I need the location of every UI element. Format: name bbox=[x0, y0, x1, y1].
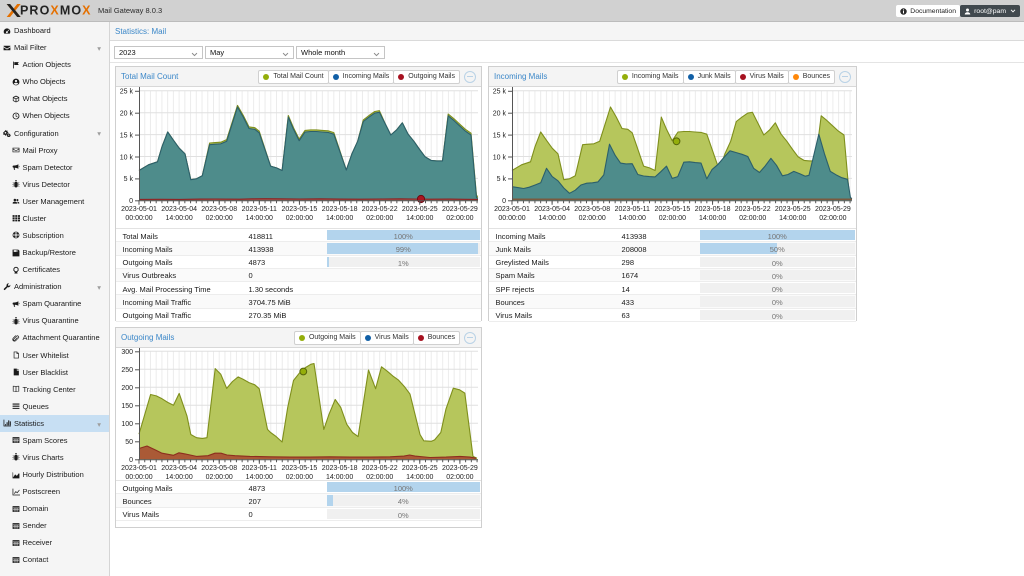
svg-text:14:00:00: 14:00:00 bbox=[538, 215, 565, 222]
svg-text:10 k: 10 k bbox=[120, 154, 134, 161]
svg-text:2023-05-22: 2023-05-22 bbox=[362, 206, 398, 213]
svg-text:14:00:00: 14:00:00 bbox=[165, 474, 192, 480]
svg-text:02:00:00: 02:00:00 bbox=[446, 215, 473, 222]
svg-text:2023-05-04: 2023-05-04 bbox=[161, 465, 197, 472]
svg-text:2023-05-18: 2023-05-18 bbox=[322, 465, 358, 472]
svg-text:250: 250 bbox=[121, 367, 133, 374]
svg-text:0: 0 bbox=[502, 198, 506, 205]
svg-text:2023-05-25: 2023-05-25 bbox=[402, 206, 438, 213]
svg-text:2023-05-11: 2023-05-11 bbox=[615, 206, 650, 213]
svg-text:100: 100 bbox=[121, 421, 133, 428]
svg-text:15 k: 15 k bbox=[120, 132, 134, 139]
svg-text:2023-05-04: 2023-05-04 bbox=[534, 206, 570, 213]
svg-text:20 k: 20 k bbox=[120, 111, 134, 118]
svg-text:2023-05-25: 2023-05-25 bbox=[775, 206, 811, 213]
svg-text:02:00:00: 02:00:00 bbox=[659, 215, 686, 222]
svg-text:14:00:00: 14:00:00 bbox=[619, 215, 646, 222]
svg-text:2023-05-08: 2023-05-08 bbox=[201, 465, 237, 472]
svg-text:2023-05-04: 2023-05-04 bbox=[161, 206, 197, 213]
svg-text:02:00:00: 02:00:00 bbox=[579, 215, 606, 222]
svg-text:2023-05-18: 2023-05-18 bbox=[322, 206, 358, 213]
svg-text:2023-05-29: 2023-05-29 bbox=[815, 206, 851, 213]
svg-text:300: 300 bbox=[121, 349, 133, 356]
svg-text:2023-05-01: 2023-05-01 bbox=[494, 206, 530, 213]
svg-text:02:00:00: 02:00:00 bbox=[739, 215, 766, 222]
svg-text:2023-05-01: 2023-05-01 bbox=[121, 206, 157, 213]
svg-text:50: 50 bbox=[125, 439, 133, 446]
svg-text:02:00:00: 02:00:00 bbox=[819, 215, 846, 222]
svg-text:14:00:00: 14:00:00 bbox=[326, 215, 353, 222]
svg-text:2023-05-01: 2023-05-01 bbox=[121, 465, 157, 472]
svg-text:2023-05-11: 2023-05-11 bbox=[242, 465, 277, 472]
svg-text:02:00:00: 02:00:00 bbox=[286, 474, 313, 480]
svg-text:02:00:00: 02:00:00 bbox=[366, 215, 393, 222]
svg-text:14:00:00: 14:00:00 bbox=[165, 215, 192, 222]
svg-text:15 k: 15 k bbox=[493, 132, 507, 139]
svg-text:2023-05-08: 2023-05-08 bbox=[201, 206, 237, 213]
svg-text:14:00:00: 14:00:00 bbox=[246, 215, 273, 222]
svg-text:02:00:00: 02:00:00 bbox=[286, 215, 313, 222]
svg-text:2023-05-11: 2023-05-11 bbox=[242, 206, 277, 213]
svg-text:2023-05-25: 2023-05-25 bbox=[402, 465, 438, 472]
svg-text:25 k: 25 k bbox=[120, 89, 134, 96]
svg-text:2023-05-15: 2023-05-15 bbox=[281, 465, 317, 472]
svg-text:00:00:00: 00:00:00 bbox=[125, 474, 152, 480]
svg-text:14:00:00: 14:00:00 bbox=[326, 474, 353, 480]
svg-text:02:00:00: 02:00:00 bbox=[206, 474, 233, 480]
svg-text:2023-05-15: 2023-05-15 bbox=[654, 206, 690, 213]
svg-text:25 k: 25 k bbox=[493, 89, 507, 96]
svg-text:0: 0 bbox=[129, 198, 133, 205]
svg-text:02:00:00: 02:00:00 bbox=[446, 474, 473, 480]
svg-text:2023-05-08: 2023-05-08 bbox=[574, 206, 610, 213]
svg-text:0: 0 bbox=[129, 457, 133, 464]
svg-text:02:00:00: 02:00:00 bbox=[366, 474, 393, 480]
svg-text:5 k: 5 k bbox=[124, 176, 134, 183]
svg-text:10 k: 10 k bbox=[493, 154, 507, 161]
svg-text:14:00:00: 14:00:00 bbox=[779, 215, 806, 222]
svg-text:00:00:00: 00:00:00 bbox=[125, 215, 152, 222]
svg-text:2023-05-18: 2023-05-18 bbox=[695, 206, 731, 213]
svg-text:2023-05-29: 2023-05-29 bbox=[442, 206, 478, 213]
svg-text:2023-05-15: 2023-05-15 bbox=[281, 206, 317, 213]
svg-text:2023-05-29: 2023-05-29 bbox=[442, 465, 478, 472]
svg-text:14:00:00: 14:00:00 bbox=[406, 215, 433, 222]
svg-text:5 k: 5 k bbox=[497, 176, 507, 183]
svg-text:2023-05-22: 2023-05-22 bbox=[362, 465, 398, 472]
svg-text:150: 150 bbox=[121, 403, 133, 410]
svg-text:14:00:00: 14:00:00 bbox=[406, 474, 433, 480]
svg-text:02:00:00: 02:00:00 bbox=[206, 215, 233, 222]
svg-text:14:00:00: 14:00:00 bbox=[246, 474, 273, 480]
svg-text:2023-05-22: 2023-05-22 bbox=[735, 206, 771, 213]
svg-text:00:00:00: 00:00:00 bbox=[498, 215, 525, 222]
svg-text:200: 200 bbox=[121, 385, 133, 392]
svg-text:PROXMOX: PROXMOX bbox=[20, 4, 92, 18]
svg-text:14:00:00: 14:00:00 bbox=[699, 215, 726, 222]
svg-text:20 k: 20 k bbox=[493, 111, 507, 118]
